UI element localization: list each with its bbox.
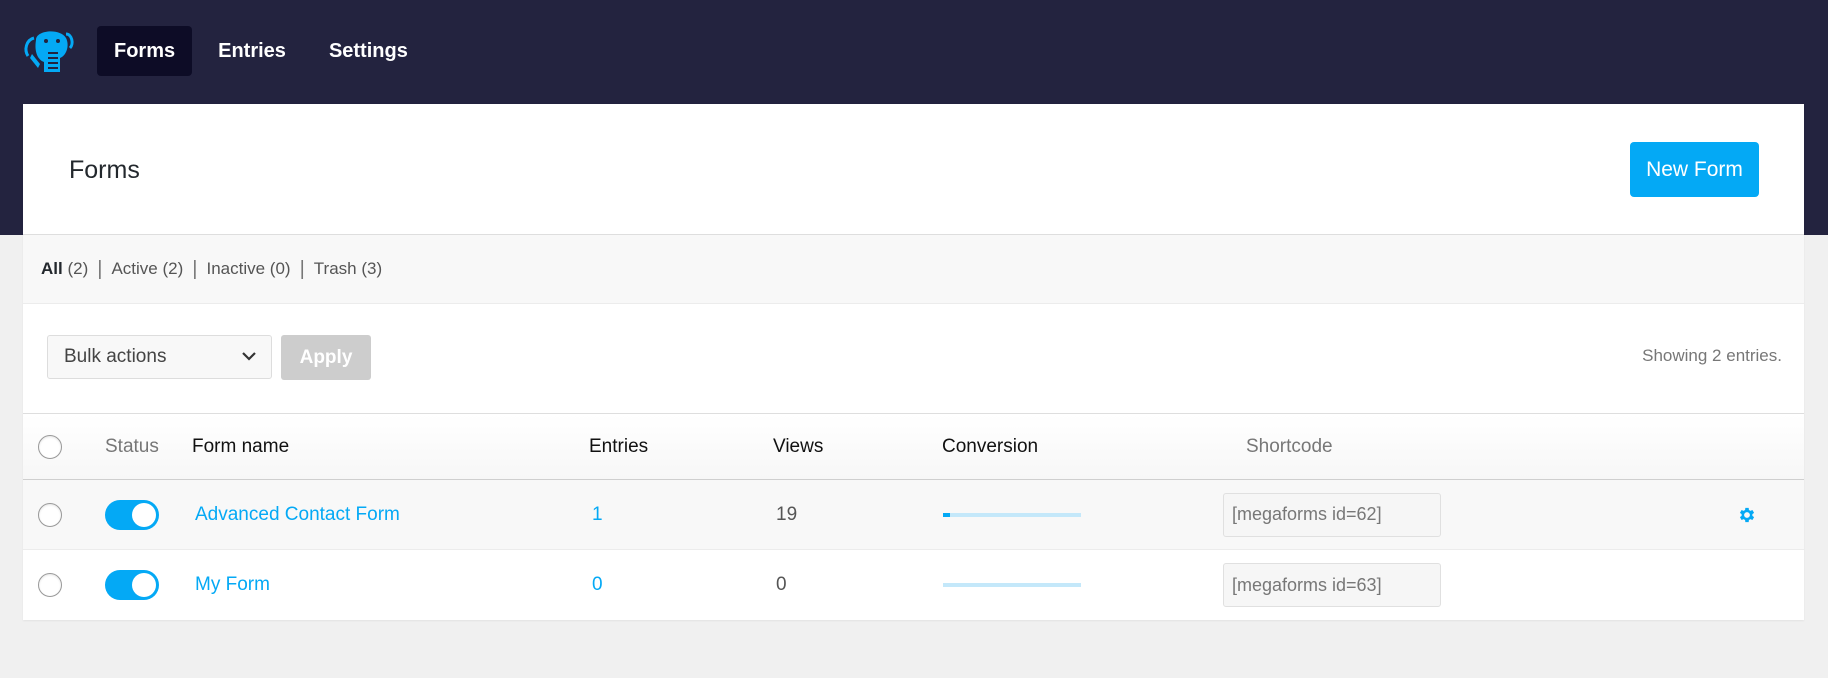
elephant-logo-icon[interactable]	[22, 24, 74, 76]
table-header: Status Form name Entries Views Conversio…	[23, 414, 1804, 480]
column-status[interactable]: Status	[105, 414, 159, 479]
filter-inactive-label: Inactive	[206, 259, 266, 278]
shortcode-cell	[1223, 480, 1441, 549]
filter-trash[interactable]: Trash (3)	[314, 259, 382, 279]
filter-inactive-count: (0)	[269, 259, 291, 278]
nav-forms[interactable]: Forms	[97, 26, 193, 76]
conversion-bar	[943, 512, 1081, 517]
select-all-checkbox[interactable]	[38, 434, 62, 459]
form-name-link[interactable]: Advanced Contact Form	[195, 480, 400, 549]
form-name-link[interactable]: My Form	[195, 550, 270, 620]
filter-separator: |	[97, 257, 103, 280]
filter-inactive[interactable]: Inactive (0)	[206, 259, 290, 279]
toggle-knob	[132, 502, 156, 527]
filter-all-count: (2)	[67, 259, 89, 278]
status-filters: All (2) | Active (2) | Inactive (0) | Tr…	[23, 235, 1804, 304]
page-title: Forms	[69, 156, 140, 184]
nav-settings[interactable]: Settings	[312, 26, 425, 76]
entries-link[interactable]: 1	[592, 480, 603, 549]
new-form-button[interactable]: New Form	[1630, 142, 1759, 197]
apply-button[interactable]: Apply	[281, 335, 371, 380]
filter-active[interactable]: Active (2)	[111, 259, 183, 279]
shortcode-field[interactable]	[1223, 492, 1441, 537]
status-toggle[interactable]	[105, 499, 159, 530]
bulk-actions-value: Bulk actions	[64, 346, 167, 367]
status-cell	[105, 550, 159, 620]
table-row: Advanced Contact Form 1 19	[23, 480, 1804, 550]
status-toggle[interactable]	[105, 570, 159, 600]
table-row: My Form 0 0	[23, 550, 1804, 620]
shortcode-field[interactable]	[1223, 563, 1441, 607]
filter-trash-label: Trash	[313, 259, 357, 278]
card-header: Forms New Form	[23, 104, 1804, 235]
main-nav: Forms Entries Settings	[97, 26, 434, 76]
column-form-name[interactable]: Form name	[192, 414, 289, 479]
filter-separator: |	[299, 257, 305, 280]
actions-cell	[1737, 480, 1757, 549]
bulk-toolbar: Bulk actions Apply Showing 2 entries.	[23, 304, 1804, 414]
column-entries[interactable]: Entries	[589, 414, 648, 479]
row-select-cell	[38, 550, 62, 620]
filter-separator: |	[192, 257, 198, 280]
conversion-cell	[943, 550, 1081, 620]
views-value: 19	[776, 503, 798, 525]
row-checkbox[interactable]	[38, 502, 62, 527]
status-cell	[105, 480, 159, 549]
entries-link[interactable]: 0	[592, 550, 603, 620]
row-select-cell	[38, 480, 62, 549]
views-value: 0	[776, 574, 787, 595]
column-views[interactable]: Views	[773, 414, 823, 479]
shortcode-cell	[1223, 550, 1441, 620]
column-conversion[interactable]: Conversion	[942, 414, 1038, 479]
conversion-bar-fill	[943, 512, 951, 517]
chevron-down-icon	[242, 352, 256, 361]
row-checkbox[interactable]	[38, 573, 62, 597]
conversion-bar	[943, 583, 1081, 587]
filter-all-label: All	[41, 259, 63, 278]
gear-icon[interactable]	[1737, 505, 1757, 525]
entries-count-text: Showing 2 entries.	[1642, 346, 1782, 365]
filter-active-label: Active	[111, 259, 158, 278]
select-all-cell	[38, 414, 62, 479]
filter-active-count: (2)	[162, 259, 184, 278]
column-shortcode: Shortcode	[1246, 435, 1333, 457]
filter-all[interactable]: All (2)	[41, 259, 88, 279]
conversion-cell	[943, 480, 1081, 549]
toggle-knob	[132, 573, 156, 597]
forms-card: Forms New Form All (2) | Active (2) | In…	[23, 104, 1804, 620]
nav-entries[interactable]: Entries	[201, 26, 303, 76]
filter-trash-count: (3)	[361, 259, 383, 278]
bulk-actions-select[interactable]: Bulk actions	[47, 335, 272, 379]
